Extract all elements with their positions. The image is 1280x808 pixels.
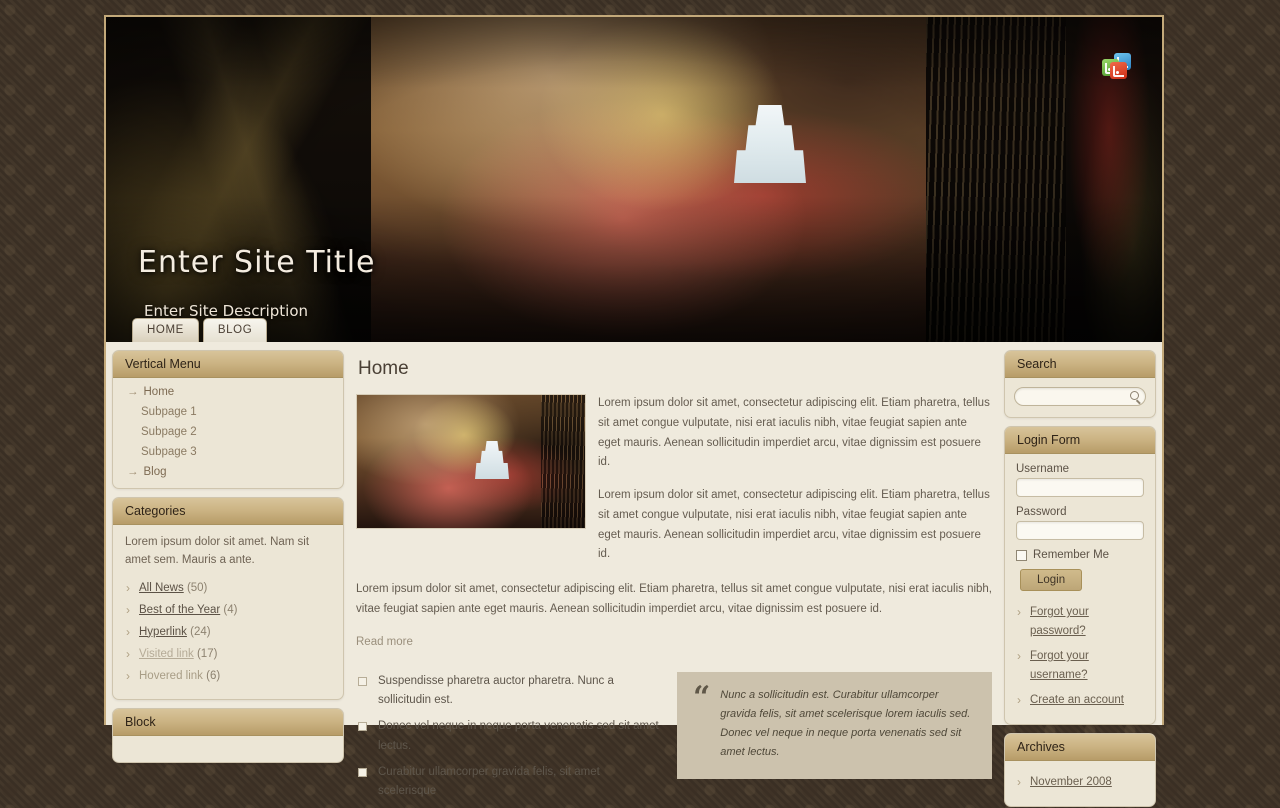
password-label: Password [1016,506,1067,518]
username-field[interactable] [1016,478,1144,498]
site-title: Enter Site Title [138,245,376,280]
magnifier-icon[interactable] [1130,391,1139,400]
page-title: Home [358,358,409,379]
forgot-password-link[interactable]: Forgot your password? [1030,606,1089,637]
category-count: (50) [186,581,208,594]
category-link-hyperlink[interactable]: Hyperlink [139,626,187,638]
list-item[interactable]: Visited link (17) [125,643,331,665]
forgot-username-link[interactable]: Forgot your username? [1030,650,1089,681]
category-count: (6) [206,669,221,682]
password-field[interactable] [1016,521,1144,541]
module-block: Block [112,707,344,763]
quote-mark-icon: “ [693,679,711,715]
list-item[interactable]: November 2008 [1016,770,1144,795]
archives-list: November 2008 [1016,770,1144,795]
social-icons-group[interactable] [1102,53,1136,81]
category-count: (24) [190,625,211,638]
module-categories: Categories Lorem ipsum dolor sit amet. N… [112,497,344,700]
list-item: Suspendisse pharetra auctor pharetra. Nu… [356,672,659,718]
vertical-menu-title: Vertical Menu [113,351,343,378]
categories-intro: Lorem ipsum dolor sit amet. Nam sit amet… [125,536,310,566]
blockquote: “ Nunc a sollicitudin est. Curabitur ull… [677,671,992,779]
module-vertical-menu: Vertical Menu → Home Subpage 1 Subpage 2 … [112,350,344,489]
categories-title: Categories [113,498,343,525]
remember-me-checkbox[interactable] [1016,549,1027,561]
list-item[interactable]: Hyperlink (24) [125,621,331,643]
menu-item-label: Home [143,386,175,398]
search-title: Search [1005,351,1155,378]
hero-photo [106,17,1162,342]
tab-home[interactable]: HOME [132,318,199,342]
features-row: Suspendisse pharetra auctor pharetra. Nu… [356,671,992,808]
archive-link-november-2008[interactable]: November 2008 [1030,776,1112,788]
list-item[interactable]: Forgot your password? [1016,600,1144,644]
module-search: Search [1004,350,1156,418]
list-item[interactable]: Best of the Year (4) [125,599,331,621]
article-intro: Lorem ipsum dolor sit amet, consectetur … [356,394,992,578]
article-paragraph-1: Lorem ipsum dolor sit amet, consectetur … [598,397,990,469]
read-more-link[interactable]: Read more [356,636,992,648]
feature-bullet-list: Suspendisse pharetra auctor pharetra. Nu… [356,672,659,808]
login-form-title: Login Form [1005,427,1155,454]
list-item: Curabitur ullamcorper gravida felis, sit… [356,763,659,808]
arrow-right-icon: → [127,466,139,478]
create-account-link[interactable]: Create an account [1030,694,1124,706]
menu-item-subpage-3[interactable]: Subpage 3 [113,442,343,462]
menu-item-blog[interactable]: → Blog [113,462,343,482]
search-box[interactable] [1014,387,1146,407]
module-login-form: Login Form Username Password Remember Me… [1004,426,1156,725]
article-thumbnail[interactable] [356,394,586,529]
tab-blog[interactable]: BLOG [202,318,268,342]
category-link-visited[interactable]: Visited link [139,648,194,660]
menu-item-subpage-1[interactable]: Subpage 1 [113,402,343,422]
menu-item-home[interactable]: → Home [113,382,343,402]
block-title: Block [113,708,343,736]
category-link-hovered[interactable]: Hovered link [139,670,203,682]
read-more-anchor[interactable]: Read more [356,636,413,648]
list-item: Donec vel neque in neque porta venenatis… [356,717,659,763]
main-navigation[interactable]: HOME BLOG [132,318,268,342]
username-label: Username [1016,463,1070,475]
list-item[interactable]: Create an account [1016,688,1144,713]
login-button[interactable]: Login [1020,569,1083,591]
category-count: (17) [196,647,218,660]
quote-text: Nunc a sollicitudin est. Curabitur ullam… [720,688,971,759]
menu-item-subpage-2[interactable]: Subpage 2 [113,422,343,442]
content-area: Vertical Menu → Home Subpage 1 Subpage 2 … [106,342,1162,807]
password-input[interactable] [1017,523,1143,541]
list-item[interactable]: Hovered link (6) [125,665,331,687]
category-link-all-news[interactable]: All News [139,582,184,594]
login-help-links: Forgot your password? Forgot your userna… [1016,600,1144,713]
rss-icon[interactable] [1110,62,1127,79]
main-content: Home Lorem ipsum dolor sit amet, consect… [344,350,1004,797]
right-sidebar: Search Login Form Username Password Reme… [1004,350,1156,807]
remember-me-row[interactable]: Remember Me [1016,549,1144,561]
vertical-menu-list: → Home Subpage 1 Subpage 2 Subpage 3 → Blo… [113,378,343,488]
list-item[interactable]: All News (50) [125,577,331,599]
left-sidebar: Vertical Menu → Home Subpage 1 Subpage 2 … [112,350,344,763]
archives-title: Archives [1005,733,1155,761]
arrow-right-icon: → [127,386,139,398]
module-archives: Archives November 2008 [1004,732,1156,807]
category-count: (4) [223,603,238,616]
category-link-best-of-the-year[interactable]: Best of the Year [139,604,220,616]
list-item[interactable]: Forgot your username? [1016,644,1144,688]
remember-me-label: Remember Me [1033,549,1110,561]
categories-list: All News (50) Best of the Year (4) Hyper… [125,577,331,687]
username-input[interactable] [1017,480,1143,498]
site-header-banner: Enter Site Title Enter Site Description … [106,17,1162,342]
article-paragraph-3: Lorem ipsum dolor sit amet, consectetur … [356,583,993,615]
site-page: Enter Site Title Enter Site Description … [104,15,1164,807]
menu-item-label: Blog [143,466,167,478]
article-paragraph-2: Lorem ipsum dolor sit amet, consectetur … [598,489,990,561]
search-input[interactable] [1015,389,1145,407]
